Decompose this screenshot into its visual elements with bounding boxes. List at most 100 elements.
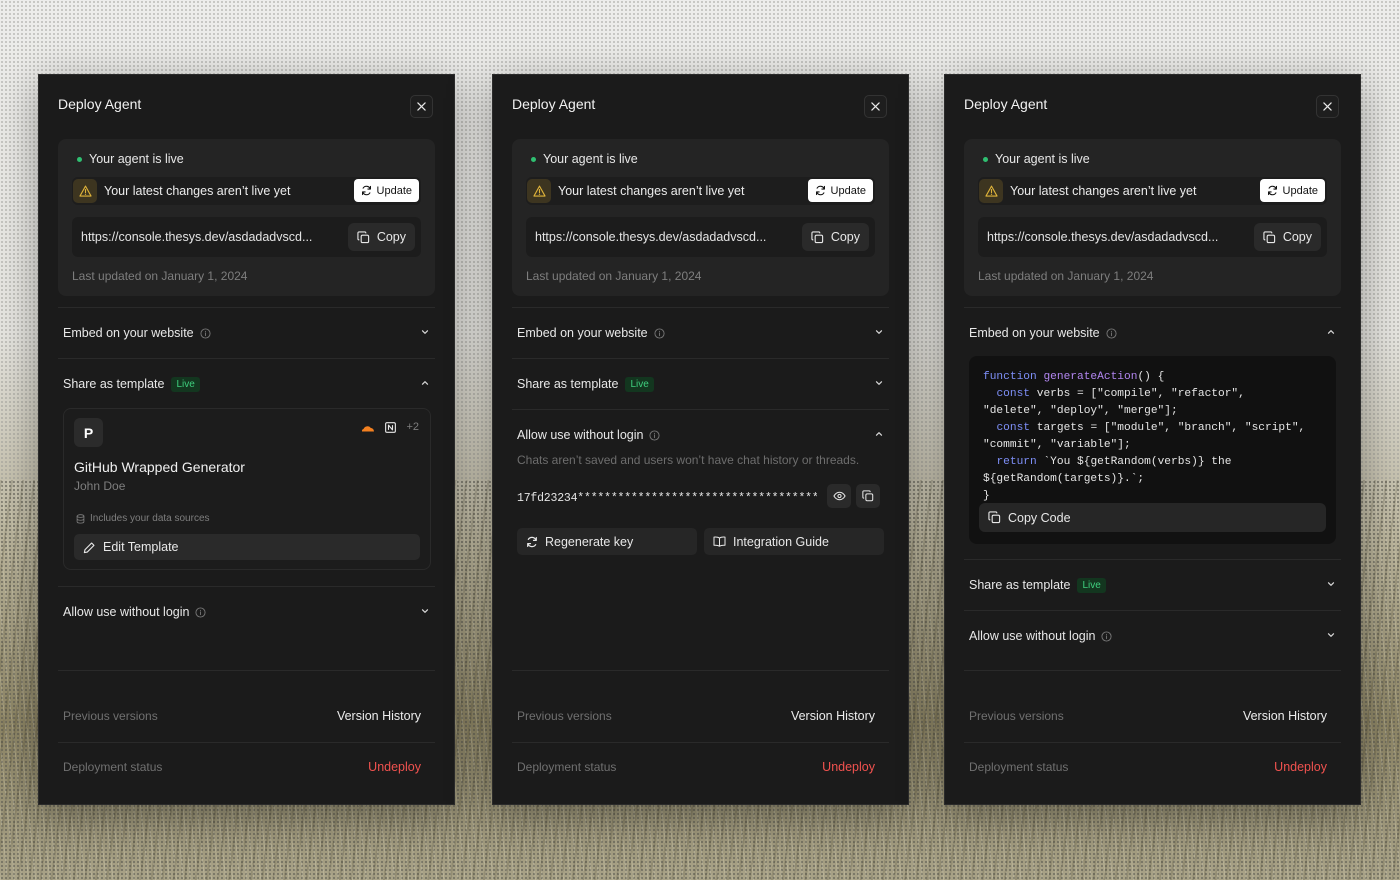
code-line: "delete", "deploy", "merge"];	[983, 405, 1178, 417]
panel-title: Deploy Agent	[58, 96, 142, 112]
code-line: "commit", "variable"];	[983, 439, 1131, 451]
previous-versions-label: Previous versions	[969, 709, 1064, 723]
copy-label: Copy	[376, 230, 406, 244]
book-icon	[713, 536, 726, 547]
api-key-row: 17fd23234*******************************…	[517, 484, 884, 512]
api-key-value: 17fd23234*******************************…	[517, 491, 817, 505]
section-label: Allow use without login	[517, 428, 644, 442]
copy-code-button[interactable]: Copy Code	[979, 503, 1326, 532]
deploy-agent-panel: Deploy Agent Your agent is live Your lat…	[944, 74, 1361, 805]
undeploy-button[interactable]: Undeploy	[1274, 760, 1327, 774]
last-updated-text: Last updated on January 1, 2024	[978, 269, 1154, 283]
section-share-header[interactable]: Share as template Live	[969, 575, 1338, 595]
refresh-icon	[361, 185, 372, 196]
panel-title: Deploy Agent	[512, 96, 596, 112]
live-status-text: Your agent is live	[995, 152, 1090, 166]
agent-url-field: https://console.thesys.dev/asdadadvscd..…	[978, 217, 1327, 257]
section-share-header[interactable]: Share as template Live	[517, 374, 886, 394]
section-embed-header[interactable]: Embed on your website	[517, 323, 886, 343]
info-icon	[1101, 630, 1113, 642]
live-status-text: Your agent is live	[543, 152, 638, 166]
info-icon	[649, 429, 661, 441]
update-label: Update	[1282, 184, 1318, 197]
warning-icon	[527, 179, 551, 203]
live-badge: Live	[171, 376, 200, 392]
section-label: Embed on your website	[969, 326, 1100, 340]
chevron-down-icon	[874, 378, 884, 388]
chevron-down-icon	[874, 327, 884, 337]
version-history-link[interactable]: Version History	[791, 709, 875, 723]
section-allow-header[interactable]: Allow use without login	[969, 626, 1338, 646]
section-embed-header[interactable]: Embed on your website	[63, 323, 432, 343]
eye-icon	[832, 491, 846, 501]
divider	[512, 670, 889, 671]
pending-changes-banner: Your latest changes aren’t live yet Upda…	[72, 177, 421, 205]
section-label: Embed on your website	[517, 326, 648, 340]
copy-key-button[interactable]	[856, 484, 880, 508]
divider	[964, 742, 1341, 743]
last-updated-text: Last updated on January 1, 2024	[72, 269, 248, 283]
divider	[58, 670, 435, 671]
section-embed-header[interactable]: Embed on your website	[969, 323, 1338, 343]
info-icon	[1106, 327, 1117, 339]
update-button[interactable]: Update	[353, 179, 419, 202]
show-key-button[interactable]	[827, 484, 851, 508]
copy-url-button[interactable]: Copy	[347, 223, 415, 251]
template-name: GitHub Wrapped Generator	[74, 459, 245, 475]
regenerate-key-button[interactable]: Regenerate key	[517, 528, 697, 555]
deployment-status-row: Deployment status Undeploy	[969, 757, 1327, 777]
regenerate-key-label: Regenerate key	[545, 534, 634, 549]
section-allow-header[interactable]: Allow use without login	[63, 602, 432, 622]
undeploy-button[interactable]: Undeploy	[822, 760, 875, 774]
embed-code-block: function generateAction() { const verbs …	[969, 356, 1336, 544]
update-button[interactable]: Update	[1259, 179, 1325, 202]
live-dot-icon	[531, 156, 536, 162]
copy-label: Copy	[830, 230, 860, 244]
status-card: Your agent is live Your latest changes a…	[58, 139, 435, 296]
undeploy-button[interactable]: Undeploy	[368, 760, 421, 774]
close-button[interactable]	[864, 95, 887, 118]
integration-guide-button[interactable]: Integration Guide	[704, 528, 884, 555]
update-button[interactable]: Update	[807, 179, 873, 202]
chevron-down-icon	[420, 606, 430, 616]
chevron-down-icon	[420, 327, 430, 337]
version-history-link[interactable]: Version History	[337, 709, 421, 723]
deployment-status-label: Deployment status	[63, 760, 163, 774]
data-sources-text: Includes your data sources	[90, 513, 210, 524]
section-share-header[interactable]: Share as template Live	[63, 374, 432, 394]
deploy-agent-panel: Deploy Agent Your agent is live Your lat…	[492, 74, 909, 805]
embed-code: function generateAction() { const verbs …	[983, 369, 1328, 505]
info-icon	[654, 327, 665, 339]
divider	[58, 742, 435, 743]
copy-url-button[interactable]: Copy	[801, 223, 869, 251]
section-allow-header[interactable]: Allow use without login	[517, 425, 886, 445]
refresh-icon	[815, 185, 826, 196]
divider	[964, 559, 1341, 560]
code-line: return `You ${getRandom(verbs)} the	[996, 456, 1232, 468]
refresh-icon	[526, 536, 538, 548]
cloud-icon	[361, 423, 375, 432]
previous-versions-label: Previous versions	[517, 709, 612, 723]
edit-template-label: Edit Template	[103, 540, 179, 554]
close-button[interactable]	[1316, 95, 1339, 118]
live-badge: Live	[1077, 577, 1106, 593]
copy-icon	[988, 511, 1001, 524]
copy-url-button[interactable]: Copy	[1253, 223, 1321, 251]
divider	[58, 307, 435, 308]
code-line: ${getRandom(targets)}.`;	[983, 473, 1145, 485]
live-status: Your agent is live	[77, 152, 184, 166]
version-history-link[interactable]: Version History	[1243, 709, 1327, 723]
close-button[interactable]	[410, 95, 433, 118]
live-status: Your agent is live	[983, 152, 1090, 166]
template-card: P +2 GitHub Wrapped Generator John Doe I…	[63, 408, 431, 570]
update-label: Update	[830, 184, 866, 197]
edit-template-button[interactable]: Edit Template	[74, 534, 420, 560]
divider	[512, 742, 889, 743]
chevron-up-icon	[1326, 327, 1336, 337]
divider	[512, 409, 889, 410]
agent-url: https://console.thesys.dev/asdadadvscd..…	[535, 230, 767, 244]
close-icon	[417, 102, 426, 111]
deploy-agent-panel: Deploy Agent Your agent is live Your lat…	[38, 74, 455, 805]
status-card: Your agent is live Your latest changes a…	[512, 139, 889, 296]
agent-url-field: https://console.thesys.dev/asdadadvscd..…	[526, 217, 875, 257]
